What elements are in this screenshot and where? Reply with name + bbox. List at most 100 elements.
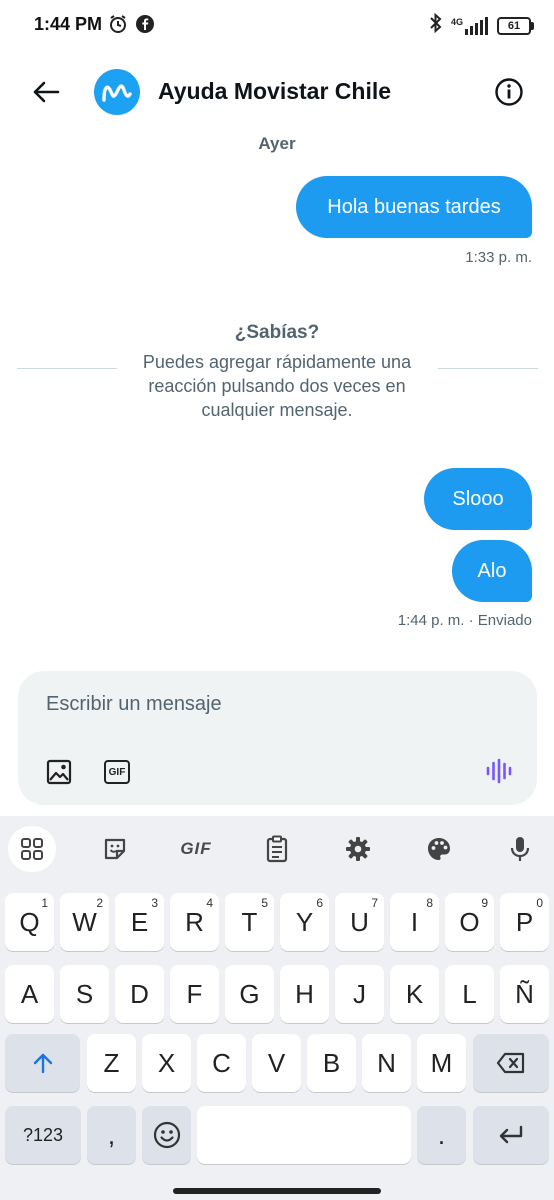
key-m[interactable]: M [417,1034,466,1092]
apps-grid-button[interactable] [8,826,56,872]
key-n[interactable]: N [362,1034,411,1092]
home-indicator[interactable] [173,1188,381,1194]
period-key[interactable]: . [417,1106,466,1164]
emoji-icon [153,1121,180,1149]
key-label: T [241,906,258,937]
message-bubble[interactable]: Slooo [424,468,532,530]
message-status: 1:44 p. m. · Enviado [397,612,532,629]
page-title[interactable]: Ayuda Movistar Chile [158,78,391,105]
key-v[interactable]: V [252,1034,301,1092]
key-hint: 1 [41,896,48,910]
signal-icon: 4G [450,16,489,35]
key-t[interactable]: T5 [225,893,274,951]
message-input[interactable]: Escribir un mensaje [46,693,222,716]
key-s[interactable]: S [60,965,109,1023]
key-c[interactable]: C [197,1034,246,1092]
image-button[interactable] [46,759,72,790]
key-u[interactable]: U7 [335,893,384,951]
key-hint: 2 [96,896,103,910]
key-z[interactable]: Z [87,1034,136,1092]
key-i[interactable]: I8 [390,893,439,951]
key-e[interactable]: E3 [115,893,164,951]
image-icon [46,759,72,785]
symbols-key[interactable]: ?123 [5,1106,81,1164]
settings-button[interactable] [334,826,382,872]
battery-level: 61 [497,16,531,35]
back-button[interactable] [26,72,66,112]
clipboard-icon [266,835,288,863]
space-key[interactable] [197,1106,411,1164]
key-a[interactable]: A [5,965,54,1023]
grid-icon [21,838,43,860]
key-q[interactable]: Q1 [5,893,54,951]
message-composer[interactable]: Escribir un mensaje GIF [18,671,537,805]
key-hint: 5 [261,896,268,910]
battery-icon: 61 [497,16,534,35]
enter-key[interactable] [473,1106,549,1164]
key-l[interactable]: L [445,965,494,1023]
tip-text: Puedes agregar rápidamente una reacción … [142,352,412,420]
sticker-button[interactable] [91,826,139,872]
key-hint: 4 [206,896,213,910]
divider [438,368,538,369]
key-w[interactable]: W2 [60,893,109,951]
emoji-key[interactable] [142,1106,191,1164]
info-icon [495,78,523,106]
message-bubble[interactable]: Alo [452,540,532,602]
key-j[interactable]: J [335,965,384,1023]
message-text: Alo [477,559,507,582]
backspace-icon [496,1052,525,1074]
message-text: Slooo [452,487,504,510]
voice-wave-icon [486,758,512,784]
key-enye[interactable]: Ñ [500,965,549,1023]
message-timestamp: 1:33 p. m. [465,249,532,266]
key-label: W [72,906,97,937]
keyboard-toolbar: GIF [0,816,554,882]
key-o[interactable]: O9 [445,893,494,951]
voice-input-button[interactable] [496,826,544,872]
movistar-logo-icon [102,84,132,102]
voice-message-button[interactable] [485,757,513,790]
network-label: 4G [450,16,463,27]
comma-key[interactable]: , [87,1106,136,1164]
key-label: R [185,906,204,937]
bluetooth-icon [429,12,443,38]
key-y[interactable]: Y6 [280,893,329,951]
shift-key[interactable] [5,1034,80,1092]
key-g[interactable]: G [225,965,274,1023]
keyboard: GIF Q1 W2 E3 R4 T5 Y6 U7 I8 O9 P0 A S D … [0,816,554,1200]
key-label: I [410,906,419,937]
key-p[interactable]: P0 [500,893,549,951]
key-hint: 8 [426,896,433,910]
gear-icon [346,837,370,861]
key-hint: 9 [481,896,488,910]
palette-icon [428,838,450,860]
key-hint: 3 [151,896,158,910]
enter-icon [499,1125,523,1144]
gif-button[interactable]: GIF [104,760,130,784]
day-separator: Ayer [258,134,296,153]
key-label: O [459,906,480,937]
key-d[interactable]: D [115,965,164,1023]
backspace-key[interactable] [473,1034,549,1092]
key-x[interactable]: X [142,1034,191,1092]
gif-keyboard-button[interactable]: GIF [172,826,220,872]
clipboard-button[interactable] [253,826,301,872]
key-hint: 7 [371,896,378,910]
key-k[interactable]: K [390,965,439,1023]
key-r[interactable]: R4 [170,893,219,951]
alarm-icon [108,14,128,39]
key-h[interactable]: H [280,965,329,1023]
tip-notice: ¿Sabías? Puedes agregar rápidamente una … [0,322,554,422]
key-f[interactable]: F [170,965,219,1023]
key-b[interactable]: B [307,1034,356,1092]
tip-title: ¿Sabías? [234,322,320,343]
avatar[interactable] [94,69,140,115]
shift-arrow-icon [33,1053,52,1074]
sticker-icon [104,838,126,860]
status-time: 1:44 PM [34,14,103,34]
message-bubble[interactable]: Hola buenas tardes [296,176,532,238]
info-button[interactable] [490,73,528,111]
key-label: Q [19,906,40,937]
theme-button[interactable] [415,826,463,872]
